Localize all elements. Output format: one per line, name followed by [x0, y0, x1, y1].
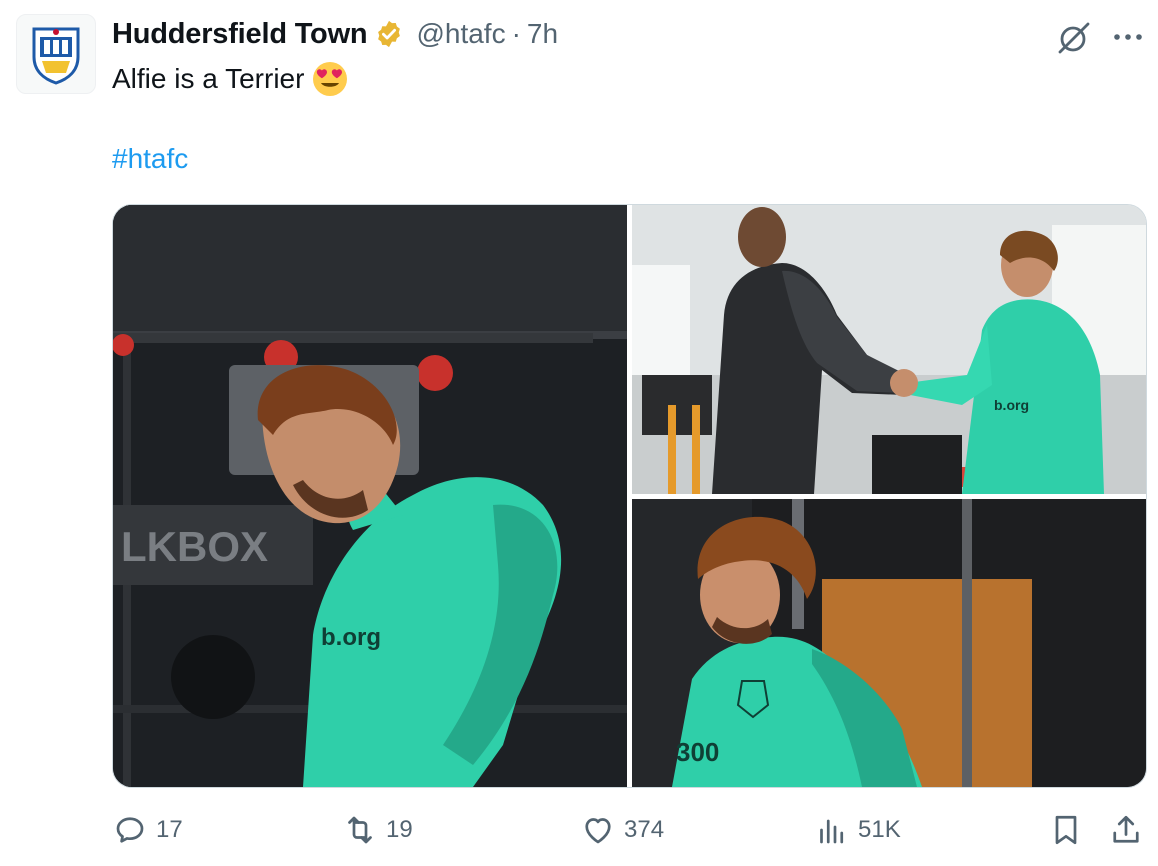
more-options-icon[interactable]	[1110, 22, 1146, 52]
separator-dot: ·	[511, 18, 521, 49]
shirt-text-2: b.org	[994, 397, 1029, 413]
reply-button[interactable]: 17	[112, 812, 183, 848]
verified-badge-icon	[378, 20, 401, 48]
hashtag-link[interactable]: #htafc	[112, 140, 188, 178]
action-bar: 17 19 374 51K	[0, 806, 1158, 858]
post-time[interactable]: 7h	[527, 18, 558, 50]
bookmark-icon[interactable]	[1048, 812, 1084, 848]
repost-icon	[348, 816, 372, 844]
view-count: 51K	[858, 816, 901, 843]
photo-portrait[interactable]: 300	[632, 499, 1146, 787]
like-button[interactable]: 374	[580, 812, 664, 848]
repost-button[interactable]: 19	[342, 812, 413, 848]
post-header: Huddersfield Town @htafc · 7h	[112, 14, 558, 54]
shirt-text-3: 300	[676, 737, 719, 767]
heart-eyes-emoji-icon	[313, 62, 348, 96]
photo-handshake[interactable]: b.org	[632, 205, 1146, 494]
heart-icon	[585, 818, 611, 844]
club-crest-icon	[32, 27, 80, 85]
views-chart-icon	[820, 819, 844, 844]
shirt-text-1: b.org	[321, 624, 381, 651]
like-count: 374	[624, 816, 665, 843]
views-button[interactable]: 51K	[814, 812, 901, 848]
author-handle[interactable]: @htafc	[416, 18, 505, 50]
reply-icon	[116, 817, 144, 843]
avatar[interactable]	[16, 14, 96, 94]
post-text: Alfie is a Terrier	[112, 60, 348, 98]
share-icon[interactable]	[1108, 812, 1144, 848]
sign-text: LKBOX	[121, 523, 268, 570]
repost-count: 19	[386, 816, 413, 843]
reply-count: 17	[156, 816, 183, 843]
author-name[interactable]: Huddersfield Town	[112, 18, 368, 51]
photo-gym-left[interactable]: LKBOX b.org	[113, 205, 627, 787]
post-body: Alfie is a Terrier	[112, 63, 305, 94]
media-grid: LKBOX b.org b.org 300	[112, 204, 1147, 788]
grok-icon[interactable]	[1056, 20, 1092, 56]
